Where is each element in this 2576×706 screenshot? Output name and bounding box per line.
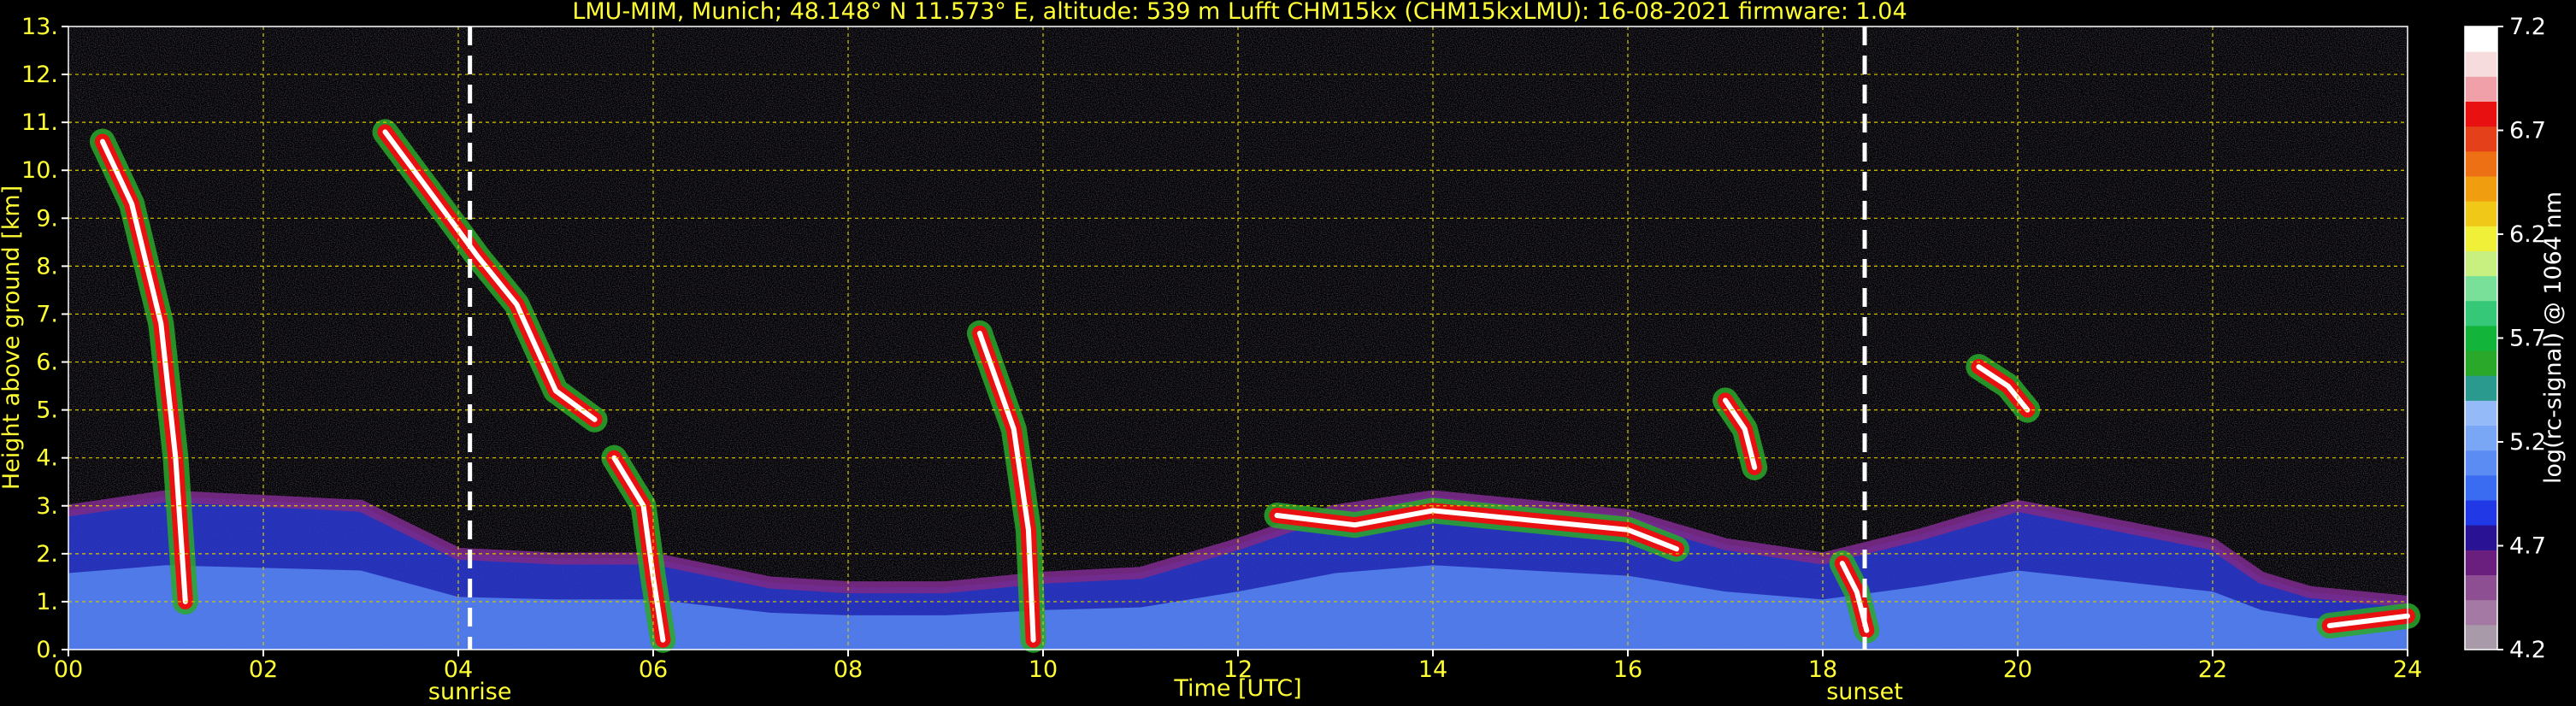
colorbar-cell [2465,574,2497,601]
x-tick-label: 20 [2003,656,2032,683]
colorbar-cell [2465,599,2497,626]
sunset-label: sunset [1826,679,1903,705]
colorbar-cell [2465,550,2497,576]
colorbar-cell [2465,76,2497,102]
colorbar-cell [2465,150,2497,177]
colorbar-cell [2465,226,2497,251]
colorbar-cell [2465,624,2497,650]
y-axis-ticks: 0.1.2.3.4.5.6.7.8.9.10.11.12.13. [21,14,68,663]
colorbar-cell [2465,275,2497,302]
colorbar-tick-label: 4.7 [2509,533,2546,560]
colorbar-cell [2465,525,2497,550]
y-tick-label: 4. [36,445,58,472]
y-axis-label: Height above ground [km] [0,185,25,490]
colorbar-tick-label: 7.2 [2509,14,2546,40]
y-tick-label: 8. [36,253,58,279]
y-tick-label: 7. [36,301,58,327]
colorbar-cells [2464,26,2498,650]
chart-title: LMU-MIM, Munich; 48.148° N 11.573° E, al… [572,0,1907,25]
y-tick-label: 11. [21,109,58,136]
colorbar-cell [2465,350,2497,376]
colorbar: 4.24.75.25.76.26.77.2 log(rc-signal) @ 1… [2464,14,2567,663]
colorbar-cell [2465,325,2497,351]
colorbar-label: log(rc-signal) @ 1064 nm [2540,191,2567,484]
y-tick-label: 6. [36,350,58,376]
colorbar-cell [2465,450,2497,476]
y-tick-label: 3. [36,493,58,520]
plot-area [67,26,2420,653]
colorbar-cell [2465,500,2497,526]
colorbar-ticks: 4.24.75.25.76.26.77.2 [2497,14,2546,663]
y-tick-label: 5. [36,397,58,424]
x-tick-label: 22 [2198,656,2227,683]
colorbar-cell [2465,400,2497,427]
x-tick-label: 02 [249,656,278,683]
colorbar-cell [2465,101,2497,127]
y-tick-label: 1. [36,589,58,615]
colorbar-cell [2465,250,2497,277]
x-axis-label: Time [UTC] [1173,675,1301,702]
x-tick-label: 10 [1029,656,1058,683]
colorbar-tick-label: 4.2 [2509,637,2546,663]
colorbar-cell [2465,201,2497,227]
colorbar-cell [2465,425,2497,451]
colorbar-cell [2465,474,2497,501]
x-tick-label: 16 [1613,656,1642,683]
x-tick-label: 06 [639,656,668,683]
y-tick-label: 2. [36,541,58,568]
colorbar-cell [2465,375,2497,401]
sunrise-label: sunrise [428,679,512,705]
colorbar-cell [2465,26,2497,52]
colorbar-cell [2465,300,2497,327]
ceilometer-figure: LMU-MIM, Munich; 48.148° N 11.573° E, al… [0,0,2567,705]
colorbar-cell [2465,126,2497,152]
y-tick-label: 13. [21,14,58,40]
y-tick-label: 9. [36,205,58,232]
x-tick-label: 08 [834,656,863,683]
x-tick-label: 14 [1418,656,1447,683]
y-tick-label: 10. [21,157,58,184]
y-tick-label: 12. [21,62,58,88]
colorbar-tick-label: 6.7 [2509,118,2546,144]
x-tick-label: 24 [2393,656,2422,683]
colorbar-cell [2465,51,2497,77]
x-tick-label: 00 [54,656,83,683]
colorbar-cell [2465,175,2497,202]
